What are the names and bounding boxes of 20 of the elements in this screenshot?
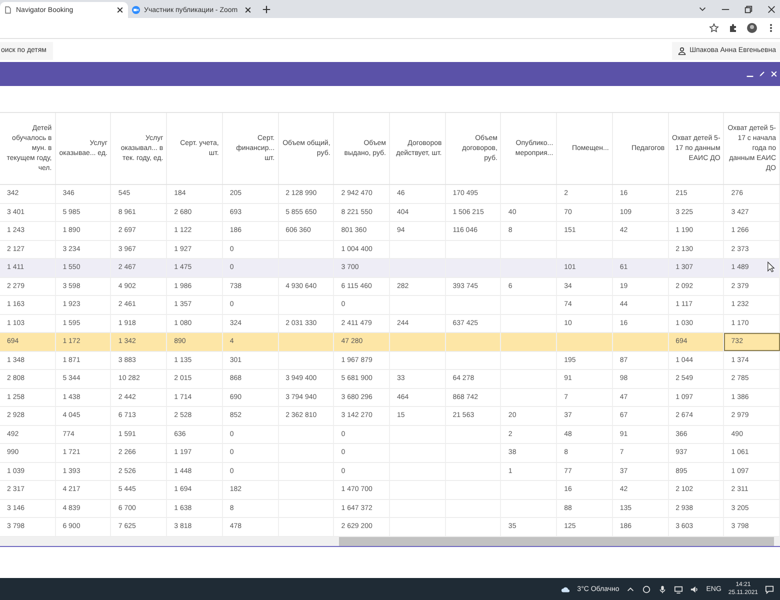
new-tab-icon bbox=[262, 5, 271, 14]
close-icon bbox=[244, 6, 252, 14]
puzzle-icon bbox=[728, 23, 738, 33]
cursor-icon bbox=[767, 261, 775, 273]
monitor-icon bbox=[674, 584, 684, 594]
restore-icon bbox=[744, 4, 753, 14]
close-icon bbox=[770, 70, 778, 78]
star-icon bbox=[709, 23, 719, 33]
microphone-icon bbox=[658, 584, 668, 594]
close-icon bbox=[767, 4, 776, 14]
chevron-down-icon bbox=[698, 4, 707, 14]
page-icon bbox=[4, 6, 12, 14]
user-icon bbox=[678, 46, 686, 54]
avatar-icon bbox=[747, 23, 757, 33]
speaker-icon bbox=[690, 584, 700, 594]
cloud-icon bbox=[561, 584, 570, 594]
close-icon bbox=[116, 6, 124, 14]
pencil-icon bbox=[758, 70, 766, 78]
notification-icon bbox=[765, 584, 774, 594]
video-camera-icon bbox=[132, 6, 140, 14]
